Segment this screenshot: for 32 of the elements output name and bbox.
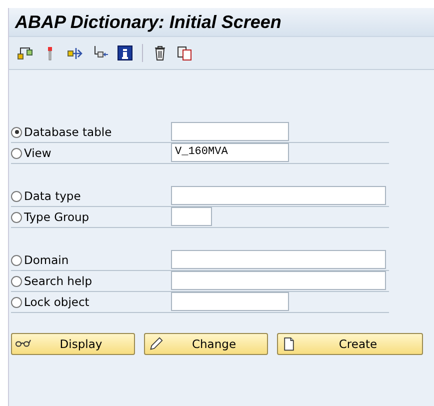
create-button[interactable]: Create xyxy=(277,333,423,355)
input-field[interactable] xyxy=(171,186,386,204)
field-label: Database table xyxy=(24,125,113,139)
radio-button[interactable] xyxy=(11,296,22,308)
trash-icon[interactable] xyxy=(152,45,168,61)
radio-button[interactable] xyxy=(11,212,22,222)
field-label: Search help xyxy=(24,274,94,288)
pencil-icon xyxy=(148,337,164,351)
input-field[interactable] xyxy=(171,250,386,268)
copy-icon[interactable] xyxy=(177,45,193,61)
field-label: View xyxy=(24,146,52,160)
radio-button[interactable] xyxy=(11,148,22,158)
field-label: Lock object xyxy=(24,295,90,309)
radio-button[interactable] xyxy=(11,126,22,138)
field-label: Domain xyxy=(24,253,70,267)
document-icon xyxy=(281,337,297,351)
field-label: Data type xyxy=(24,189,82,203)
input-field[interactable]: V_160MVA xyxy=(171,142,289,162)
input-field[interactable] xyxy=(171,122,289,140)
radio-button[interactable] xyxy=(11,276,22,286)
info-icon[interactable] xyxy=(117,45,133,61)
arrow-out-icon[interactable] xyxy=(67,45,83,61)
radio-button[interactable] xyxy=(11,254,22,266)
input-field[interactable] xyxy=(171,206,212,226)
change-button[interactable]: Change xyxy=(144,333,268,355)
hierarchy-icon[interactable] xyxy=(17,45,33,61)
input-field[interactable] xyxy=(171,270,386,290)
input-field[interactable] xyxy=(171,292,289,310)
window-title: ABAP Dictionary: Initial Screen xyxy=(9,8,434,37)
field-label: Type Group xyxy=(24,210,90,224)
display-button[interactable]: Display xyxy=(11,333,135,355)
radio-button[interactable] xyxy=(11,190,22,202)
